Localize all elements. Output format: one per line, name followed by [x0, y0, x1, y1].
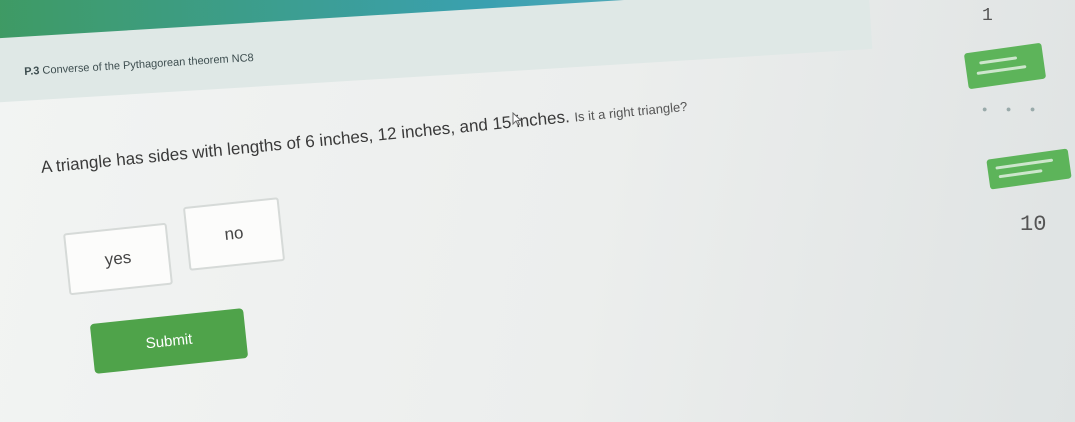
answer-yes-button[interactable]: yes	[63, 222, 173, 296]
blurred-text-line	[995, 158, 1054, 170]
smartscore-value: 10	[1020, 212, 1047, 237]
answer-no-label: no	[223, 223, 245, 244]
blurred-text-line	[979, 56, 1018, 65]
question-text: A triangle has sides with lengths of 6 i…	[40, 96, 688, 178]
answer-yes-label: yes	[103, 247, 133, 270]
questions-answered-count: 1	[982, 6, 993, 26]
question-main: A triangle has sides with lengths of 6 i…	[40, 107, 571, 177]
mouse-pointer-icon	[512, 112, 522, 126]
submit-button[interactable]: Submit	[89, 308, 249, 374]
skill-id: NC8	[231, 51, 255, 66]
sidebar-green-button-1[interactable]	[963, 42, 1047, 90]
timer-dots-icon: ● ● ●	[982, 104, 1044, 114]
blurred-text-line	[998, 169, 1043, 179]
question-sub: Is it a right triangle?	[573, 98, 689, 125]
answer-no-button[interactable]: no	[182, 197, 286, 271]
sidebar-green-button-2[interactable]	[986, 148, 1072, 190]
skill-code: P.3	[24, 65, 40, 78]
blurred-text-line	[976, 65, 1027, 75]
page-background: P.3 Converse of the Pythagorean theorem …	[0, 0, 1075, 422]
